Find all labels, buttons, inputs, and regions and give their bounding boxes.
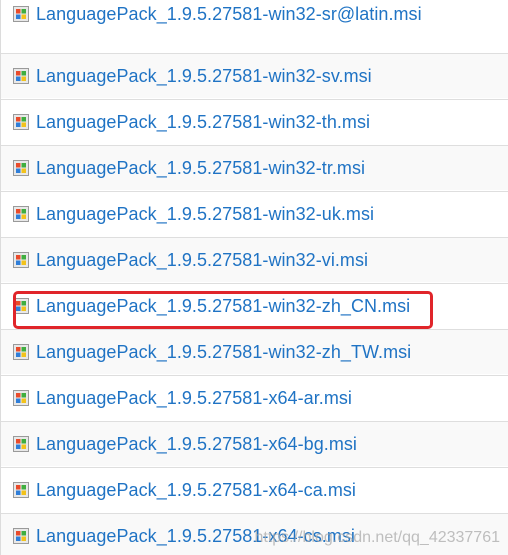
msi-installer-icon	[13, 68, 29, 84]
file-link[interactable]: LanguagePack_1.9.5.27581-win32-tr.msi	[36, 158, 365, 179]
file-link[interactable]: LanguagePack_1.9.5.27581-win32-th.msi	[36, 112, 370, 133]
file-link[interactable]: LanguagePack_1.9.5.27581-win32-sr@latin.…	[36, 4, 422, 25]
msi-installer-icon	[13, 390, 29, 406]
file-link[interactable]: LanguagePack_1.9.5.27581-win32-zh_TW.msi	[36, 342, 411, 363]
file-link[interactable]: LanguagePack_1.9.5.27581-x64-ca.msi	[36, 480, 356, 501]
file-link[interactable]: LanguagePack_1.9.5.27581-x64-ar.msi	[36, 388, 352, 409]
file-link[interactable]: LanguagePack_1.9.5.27581-win32-sv.msi	[36, 66, 372, 87]
file-row: LanguagePack_1.9.5.27581-win32-tr.msi	[1, 145, 508, 190]
file-row: LanguagePack_1.9.5.27581-win32-zh_TW.msi	[1, 329, 508, 374]
file-row: LanguagePack_1.9.5.27581-win32-sr@latin.…	[1, 0, 508, 36]
file-link[interactable]: LanguagePack_1.9.5.27581-win32-vi.msi	[36, 250, 368, 271]
msi-installer-icon	[13, 436, 29, 452]
msi-installer-icon	[13, 6, 29, 22]
watermark: https://blog.csdn.net/qq_42337761	[254, 529, 500, 546]
file-row: LanguagePack_1.9.5.27581-x64-ar.msi	[1, 375, 508, 420]
msi-installer-icon	[13, 344, 29, 360]
file-row: LanguagePack_1.9.5.27581-x64-bg.msi	[1, 421, 508, 466]
file-list: LanguagePack_1.9.5.27581-win32-sr@latin.…	[0, 0, 508, 555]
msi-installer-icon	[13, 528, 29, 544]
msi-installer-icon	[13, 160, 29, 176]
file-row: LanguagePack_1.9.5.27581-x64-ca.msi	[1, 467, 508, 512]
file-row: LanguagePack_1.9.5.27581-win32-th.msi	[1, 99, 508, 144]
file-link[interactable]: LanguagePack_1.9.5.27581-x64-bg.msi	[36, 434, 357, 455]
msi-installer-icon	[13, 114, 29, 130]
file-row-zh-cn: LanguagePack_1.9.5.27581-win32-zh_CN.msi	[1, 283, 508, 328]
msi-installer-icon	[13, 298, 29, 314]
file-link[interactable]: LanguagePack_1.9.5.27581-win32-uk.msi	[36, 204, 374, 225]
file-link[interactable]: LanguagePack_1.9.5.27581-win32-zh_CN.msi	[36, 296, 410, 317]
msi-installer-icon	[13, 252, 29, 268]
file-row: LanguagePack_1.9.5.27581-win32-uk.msi	[1, 191, 508, 236]
file-row: LanguagePack_1.9.5.27581-win32-vi.msi	[1, 237, 508, 282]
file-row: LanguagePack_1.9.5.27581-win32-sv.msi	[1, 53, 508, 98]
msi-installer-icon	[13, 206, 29, 222]
msi-installer-icon	[13, 482, 29, 498]
